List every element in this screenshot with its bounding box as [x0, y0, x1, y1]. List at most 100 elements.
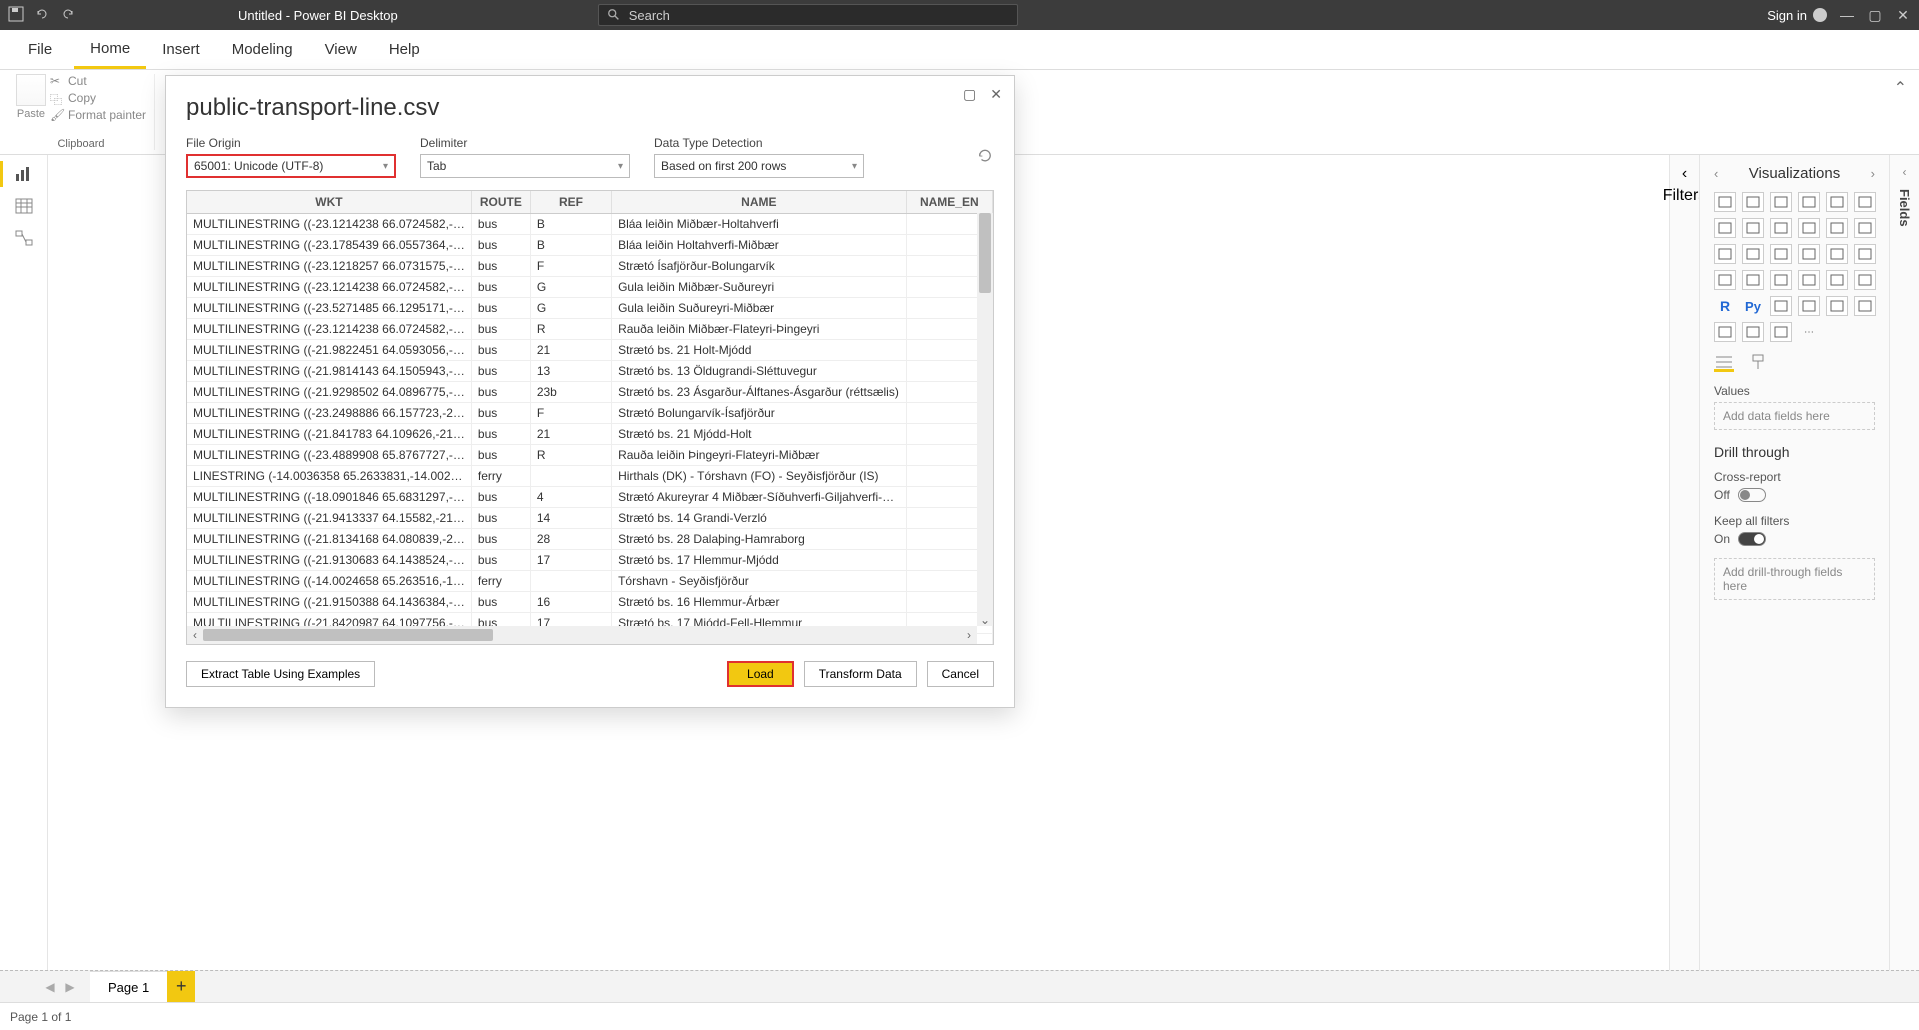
table-row[interactable]: LINESTRING (-14.0036358 65.2633831,-14.0…	[187, 466, 993, 487]
matrix-icon[interactable]	[1854, 270, 1876, 290]
menu-file[interactable]: File	[12, 30, 74, 69]
chevron-right-icon[interactable]: ›	[1871, 166, 1875, 181]
table-row[interactable]: MULTILINESTRING ((-21.9822451 64.0593056…	[187, 340, 993, 361]
stacked-column-icon[interactable]	[1770, 192, 1792, 212]
card-icon[interactable]	[1714, 270, 1736, 290]
paste-button[interactable]: Paste	[16, 74, 46, 120]
scroll-left-icon[interactable]: ‹	[187, 628, 203, 642]
data-view-icon[interactable]	[13, 197, 35, 215]
table-row[interactable]: MULTILINESTRING ((-23.2498886 66.157723,…	[187, 403, 993, 424]
key-influencers-icon[interactable]	[1770, 296, 1792, 316]
drill-through-dropzone[interactable]: Add drill-through fields here	[1714, 558, 1875, 600]
table-row[interactable]: MULTILINESTRING ((-23.5271485 66.1295171…	[187, 298, 993, 319]
cut-button[interactable]: ✂Cut	[50, 74, 146, 88]
page-tab[interactable]: Page 1	[90, 971, 167, 1002]
report-view-icon[interactable]	[13, 165, 35, 183]
load-button[interactable]: Load	[727, 661, 794, 687]
line-icon[interactable]	[1826, 192, 1848, 212]
q-and-a-icon[interactable]	[1826, 296, 1848, 316]
column-header[interactable]: NAME	[612, 191, 907, 214]
ribbon-icon[interactable]	[1770, 218, 1792, 238]
horizontal-scrollbar[interactable]: ‹ ›	[187, 626, 977, 644]
treemap-icon[interactable]	[1770, 244, 1792, 264]
table-row[interactable]: MULTILINESTRING ((-23.1214238 66.0724582…	[187, 319, 993, 340]
transform-data-button[interactable]: Transform Data	[804, 661, 917, 687]
filled-map-icon[interactable]	[1826, 244, 1848, 264]
format-tab-icon[interactable]	[1748, 354, 1768, 372]
line-stacked-column-icon[interactable]	[1714, 218, 1736, 238]
add-page-button[interactable]: +	[167, 971, 195, 1002]
model-view-icon[interactable]	[13, 229, 35, 247]
vertical-scrollbar[interactable]: ⌄	[977, 213, 993, 626]
table-row[interactable]: MULTILINESTRING ((-21.9298502 64.0896775…	[187, 382, 993, 403]
file-origin-dropdown[interactable]: 65001: Unicode (UTF-8) ▾	[186, 154, 396, 178]
clustered-bar-icon[interactable]	[1742, 192, 1764, 212]
ribbon-collapse-icon[interactable]: ⌃	[1890, 74, 1911, 150]
column-header[interactable]: ROUTE	[471, 191, 530, 214]
stacked-bar-icon[interactable]	[1714, 192, 1736, 212]
menu-view[interactable]: View	[309, 30, 373, 69]
table-row[interactable]: MULTILINESTRING ((-23.1214238 66.0724582…	[187, 214, 993, 235]
table-row[interactable]: MULTILINESTRING ((-23.1785439 66.0557364…	[187, 235, 993, 256]
table-row[interactable]: MULTILINESTRING ((-23.4889908 65.8767727…	[187, 445, 993, 466]
datatype-dropdown[interactable]: Based on first 200 rows ▾	[654, 154, 864, 178]
kpi-icon[interactable]	[1770, 270, 1792, 290]
copy-button[interactable]: ⿻Copy	[50, 91, 146, 105]
paginated-report-icon[interactable]	[1714, 322, 1736, 342]
dialog-maximize-icon[interactable]: ▢	[963, 86, 976, 103]
menu-modeling[interactable]: Modeling	[216, 30, 309, 69]
table-row[interactable]: MULTILINESTRING ((-21.9413337 64.15582,-…	[187, 508, 993, 529]
donut-icon[interactable]	[1742, 244, 1764, 264]
cross-report-toggle[interactable]	[1738, 488, 1766, 502]
chevron-left-icon[interactable]: ‹	[1714, 166, 1718, 181]
table-row[interactable]: MULTILINESTRING ((-23.1218257 66.0731575…	[187, 256, 993, 277]
menu-insert[interactable]: Insert	[146, 30, 216, 69]
filters-panel-collapsed[interactable]: ‹ Filters	[1669, 155, 1699, 970]
save-icon[interactable]	[8, 6, 26, 24]
minimize-icon[interactable]: —	[1839, 7, 1855, 23]
table-row[interactable]: MULTILINESTRING ((-21.9130683 64.1438524…	[187, 550, 993, 571]
slicer-icon[interactable]	[1798, 270, 1820, 290]
delimiter-dropdown[interactable]: Tab ▾	[420, 154, 630, 178]
decomposition-tree-icon[interactable]	[1798, 296, 1820, 316]
power-apps-icon[interactable]	[1742, 322, 1764, 342]
format-painter-button[interactable]: 🖌Format painter	[50, 108, 146, 122]
funnel-icon[interactable]	[1826, 218, 1848, 238]
menu-home[interactable]: Home	[74, 30, 146, 69]
fields-tab-icon[interactable]	[1714, 354, 1734, 372]
python-visual-icon[interactable]: Py	[1742, 296, 1764, 316]
undo-icon[interactable]	[34, 6, 52, 24]
scroll-thumb[interactable]	[203, 629, 493, 641]
scroll-thumb[interactable]	[979, 213, 991, 293]
signin-button[interactable]: Sign in	[1767, 8, 1827, 23]
line-clustered-column-icon[interactable]	[1742, 218, 1764, 238]
table-row[interactable]: MULTILINESTRING ((-21.8134168 64.080839,…	[187, 529, 993, 550]
multi-row-card-icon[interactable]	[1742, 270, 1764, 290]
table-row[interactable]: MULTILINESTRING ((-18.0901846 65.6831297…	[187, 487, 993, 508]
table-row[interactable]: MULTILINESTRING ((-21.9150388 64.1436384…	[187, 592, 993, 613]
refresh-icon[interactable]	[978, 149, 994, 165]
cancel-button[interactable]: Cancel	[927, 661, 994, 687]
table-row[interactable]: MULTILINESTRING ((-21.9814143 64.1505943…	[187, 361, 993, 382]
scroll-right-icon[interactable]: ›	[961, 628, 977, 642]
menu-help[interactable]: Help	[373, 30, 436, 69]
power-automate-icon[interactable]	[1770, 322, 1792, 342]
column-header[interactable]: WKT	[187, 191, 471, 214]
prev-page-icon[interactable]: ◀	[40, 980, 60, 994]
values-dropzone[interactable]: Add data fields here	[1714, 402, 1875, 430]
redo-icon[interactable]	[60, 6, 78, 24]
column-header[interactable]: REF	[530, 191, 611, 214]
table-row[interactable]: MULTILINESTRING ((-23.1214238 66.0724582…	[187, 277, 993, 298]
keep-filters-toggle[interactable]	[1738, 532, 1766, 546]
more-icon[interactable]: ⋯	[1798, 322, 1820, 342]
maximize-icon[interactable]: ▢	[1867, 7, 1883, 23]
table-icon[interactable]	[1826, 270, 1848, 290]
area-icon[interactable]	[1854, 192, 1876, 212]
scroll-down-icon[interactable]: ⌄	[977, 613, 993, 627]
waterfall-icon[interactable]	[1798, 218, 1820, 238]
map-icon[interactable]	[1798, 244, 1820, 264]
smart-narrative-icon[interactable]	[1854, 296, 1876, 316]
table-row[interactable]: MULTILINESTRING ((-14.0024658 65.263516,…	[187, 571, 993, 592]
table-row[interactable]: MULTILINESTRING ((-21.841783 64.109626,-…	[187, 424, 993, 445]
close-icon[interactable]: ✕	[1895, 7, 1911, 23]
